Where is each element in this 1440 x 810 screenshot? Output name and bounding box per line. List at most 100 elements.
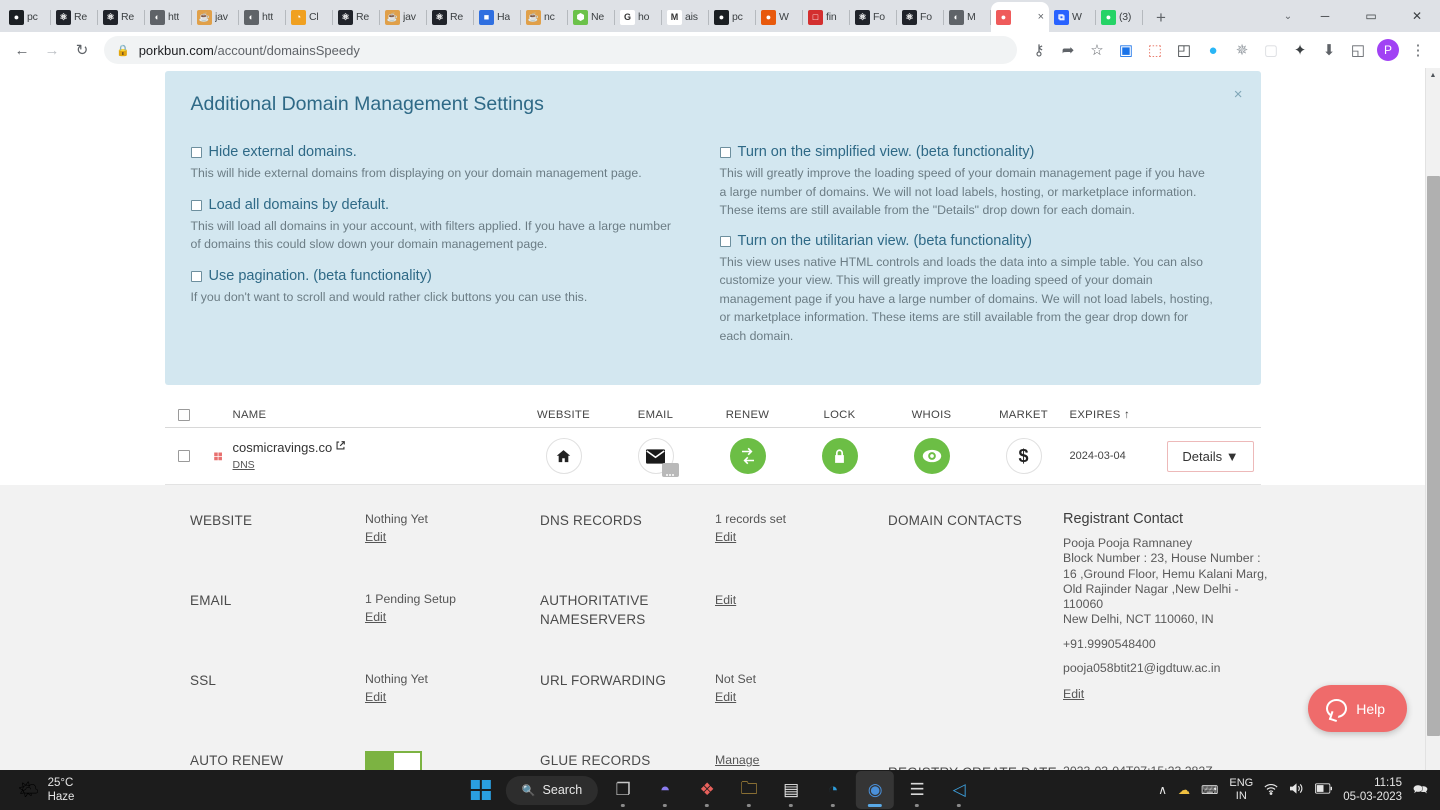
row-checkbox[interactable] (177, 450, 190, 462)
browser-tab[interactable]: Gho (615, 2, 662, 32)
scrollbar-thumb[interactable] (1427, 176, 1440, 736)
settings-checkbox[interactable] (190, 147, 202, 158)
header-market[interactable]: MARKET (978, 409, 1070, 421)
browser-tab[interactable]: ◐ M (944, 2, 991, 32)
file-explorer-icon[interactable]: 🗀 (730, 771, 768, 809)
home-icon[interactable] (545, 438, 582, 474)
dollar-icon[interactable]: $ (1005, 438, 1042, 474)
details-button[interactable]: Details ▼ (1167, 440, 1254, 472)
teams-icon[interactable]: ◓ (646, 771, 684, 809)
browser-tab[interactable]: ● × (991, 2, 1049, 32)
minimize-button[interactable]: ─ (1302, 0, 1348, 32)
screenshot-icon[interactable]: ⬚ (1141, 36, 1169, 64)
tray-expand-icon[interactable]: ∧ (1158, 783, 1167, 797)
scroll-up-icon[interactable]: ▲ (1426, 68, 1440, 83)
dns-link[interactable]: DNS (233, 459, 255, 471)
battery-icon[interactable] (1315, 783, 1333, 797)
renew-icon[interactable] (729, 438, 766, 474)
share-icon[interactable]: ➦ (1054, 36, 1082, 64)
settings-checkbox[interactable] (719, 147, 731, 158)
extensions-puzzle-icon[interactable]: ✦ (1286, 36, 1314, 64)
browser-tab[interactable]: ◐ htt (145, 2, 192, 32)
browser-tab[interactable]: ● pc (709, 2, 756, 32)
close-icon[interactable]: × (1234, 87, 1243, 102)
browser-tab[interactable]: ● pc (4, 2, 51, 32)
settings-option-header[interactable]: Hide external domains. (190, 143, 683, 162)
email-edit-link[interactable]: Edit (365, 610, 386, 624)
forward-icon[interactable]: → (38, 36, 66, 64)
tag-icon[interactable]: ❖ (206, 445, 228, 467)
settings-option-header[interactable]: Turn on the simplified view. (beta funct… (719, 143, 1215, 162)
browser-tab[interactable]: ⚛ Re (51, 2, 98, 32)
select-all-cell[interactable] (165, 408, 203, 421)
tab-close-icon[interactable]: × (1038, 11, 1044, 23)
chrome-menu-icon[interactable]: ⋮ (1404, 36, 1432, 64)
page-scrollbar[interactable]: ▲ (1425, 68, 1440, 770)
website-edit-link[interactable]: Edit (365, 530, 386, 544)
password-key-icon[interactable]: ⚷ (1025, 36, 1053, 64)
maximize-button[interactable]: ▭ (1348, 0, 1394, 32)
header-expires[interactable]: EXPIRES ↑ (1070, 409, 1161, 421)
downloads-icon[interactable]: ⬇ (1315, 36, 1343, 64)
help-widget-button[interactable]: Help (1308, 685, 1407, 732)
auto-renew-toggle[interactable] (365, 751, 422, 770)
start-button[interactable] (462, 771, 500, 809)
browser-tab[interactable]: ⬢ Ne (568, 2, 615, 32)
settings-option-header[interactable]: Turn on the utilitarian view. (beta func… (719, 232, 1215, 251)
row-select-cell[interactable] (165, 450, 203, 462)
domain-name[interactable]: cosmicravings.co (233, 440, 518, 455)
browser-tab[interactable]: ◐ htt (239, 2, 286, 32)
office-icon[interactable]: ❖ (688, 771, 726, 809)
blue-extension-icon[interactable]: ● (1199, 36, 1227, 64)
media-capture-icon[interactable]: ▣ (1112, 36, 1140, 64)
nameservers-edit-link[interactable]: Edit (715, 593, 736, 607)
taskbar-weather-widget[interactable]: 🌤 25°C Haze (0, 776, 74, 804)
vscode-icon[interactable]: ◁ (940, 771, 978, 809)
browser-tab[interactable]: ☕ jav (380, 2, 427, 32)
task-view-icon[interactable]: ❐ (604, 771, 642, 809)
settings-checkbox[interactable] (190, 199, 202, 211)
browser-tab[interactable]: ⚛ Re (98, 2, 145, 32)
pale-extension-icon[interactable]: ▢ (1257, 36, 1285, 64)
browser-tab[interactable]: ● (3) (1096, 2, 1143, 32)
dns-records-edit-link[interactable]: Edit (715, 530, 736, 544)
browser-tab[interactable]: ☕ nc (521, 2, 568, 32)
keyboard-icon[interactable]: ⌨ (1201, 783, 1218, 797)
header-lock[interactable]: LOCK (794, 409, 886, 421)
external-link-icon[interactable] (335, 440, 346, 454)
volume-icon[interactable] (1289, 782, 1304, 798)
settings-option-header[interactable]: Load all domains by default. (190, 196, 683, 215)
side-panel-icon[interactable]: ◱ (1344, 36, 1372, 64)
label-tag-cell[interactable]: ❖ (203, 445, 233, 467)
browser-tab[interactable]: ⚛ Re (333, 2, 380, 32)
settings-option-header[interactable]: Use pagination. (beta functionality) (190, 267, 683, 286)
wifi-icon[interactable] (1264, 783, 1278, 798)
address-bar[interactable]: 🔒 porkbun.com/account/domainsSpeedy (104, 36, 1017, 64)
browser-tab[interactable]: ⚛ Fo (897, 2, 944, 32)
header-website[interactable]: WEBSITE (518, 409, 610, 421)
notepad-icon[interactable]: ☰ (898, 771, 936, 809)
browser-tab[interactable]: ■ Ha (474, 2, 521, 32)
back-icon[interactable]: ← (8, 36, 36, 64)
url-forwarding-edit-link[interactable]: Edit (715, 690, 736, 704)
header-name[interactable]: NAME (233, 409, 518, 421)
browser-tab[interactable]: Mais (662, 2, 709, 32)
settings-checkbox[interactable] (719, 235, 731, 247)
grey-extension-icon[interactable]: ✵ (1228, 36, 1256, 64)
new-tab-button[interactable]: + (1147, 4, 1175, 32)
taskbar-search-button[interactable]: 🔍 Search (505, 775, 599, 805)
header-email[interactable]: EMAIL (610, 409, 702, 421)
header-renew[interactable]: RENEW (702, 409, 794, 421)
lock-icon[interactable] (821, 438, 858, 474)
glue-records-manage-link[interactable]: Manage (715, 753, 759, 767)
header-whois[interactable]: WHOIS (886, 409, 978, 421)
reload-icon[interactable]: ↻ (68, 36, 96, 64)
bookmark-star-icon[interactable]: ☆ (1083, 36, 1111, 64)
tab-search-icon[interactable]: ⌄ (1274, 2, 1302, 30)
eye-icon[interactable] (913, 438, 950, 474)
browser-tab[interactable]: ● W (756, 2, 803, 32)
browser-tab[interactable]: ◔ Cl (286, 2, 333, 32)
ssl-edit-link[interactable]: Edit (365, 690, 386, 704)
chrome-icon[interactable]: ◉ (856, 771, 895, 809)
language-indicator[interactable]: ENG IN (1229, 777, 1253, 803)
